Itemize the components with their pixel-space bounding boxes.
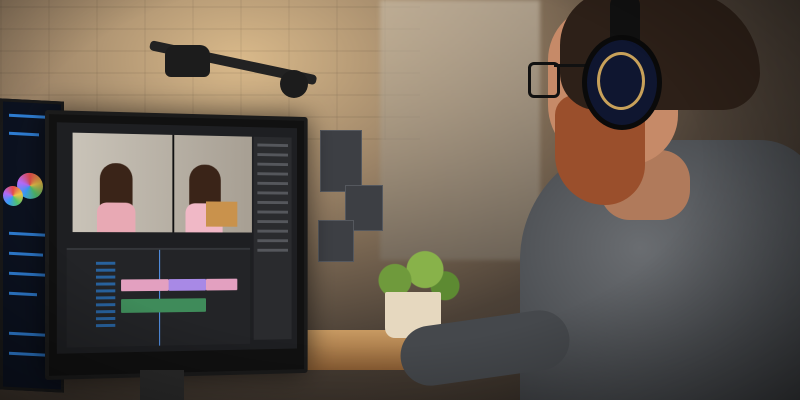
monitor-stand [140, 370, 184, 400]
preview-box [205, 201, 238, 227]
video-clip [168, 278, 206, 291]
eyeglasses [528, 62, 560, 98]
desk-lamp-head [165, 45, 210, 77]
panel-line [9, 251, 43, 257]
panel-line [9, 291, 37, 297]
color-wheel-icon [3, 185, 23, 207]
audio-clip [121, 298, 206, 313]
video-clip [121, 279, 169, 292]
panel-line [9, 113, 49, 119]
photo-scene [0, 0, 800, 400]
wall-poster [318, 220, 354, 262]
desk-lamp-joint [280, 70, 308, 98]
panel-line [9, 231, 49, 237]
video-clip [205, 278, 238, 291]
wall-poster [320, 130, 362, 192]
video-preview [72, 132, 252, 233]
preview-split [172, 134, 175, 233]
preview-person-shirt [96, 202, 136, 233]
background-window [380, 0, 540, 260]
editor-side-panel [253, 136, 292, 340]
panel-line [9, 131, 39, 137]
panel-line [9, 331, 49, 337]
main-monitor [45, 110, 308, 380]
panel-line [9, 351, 45, 357]
panel-line [9, 271, 49, 277]
headphone-ring [597, 52, 645, 110]
audio-meter [95, 257, 116, 328]
editor-screen [56, 122, 297, 354]
editor-timeline [66, 247, 251, 348]
